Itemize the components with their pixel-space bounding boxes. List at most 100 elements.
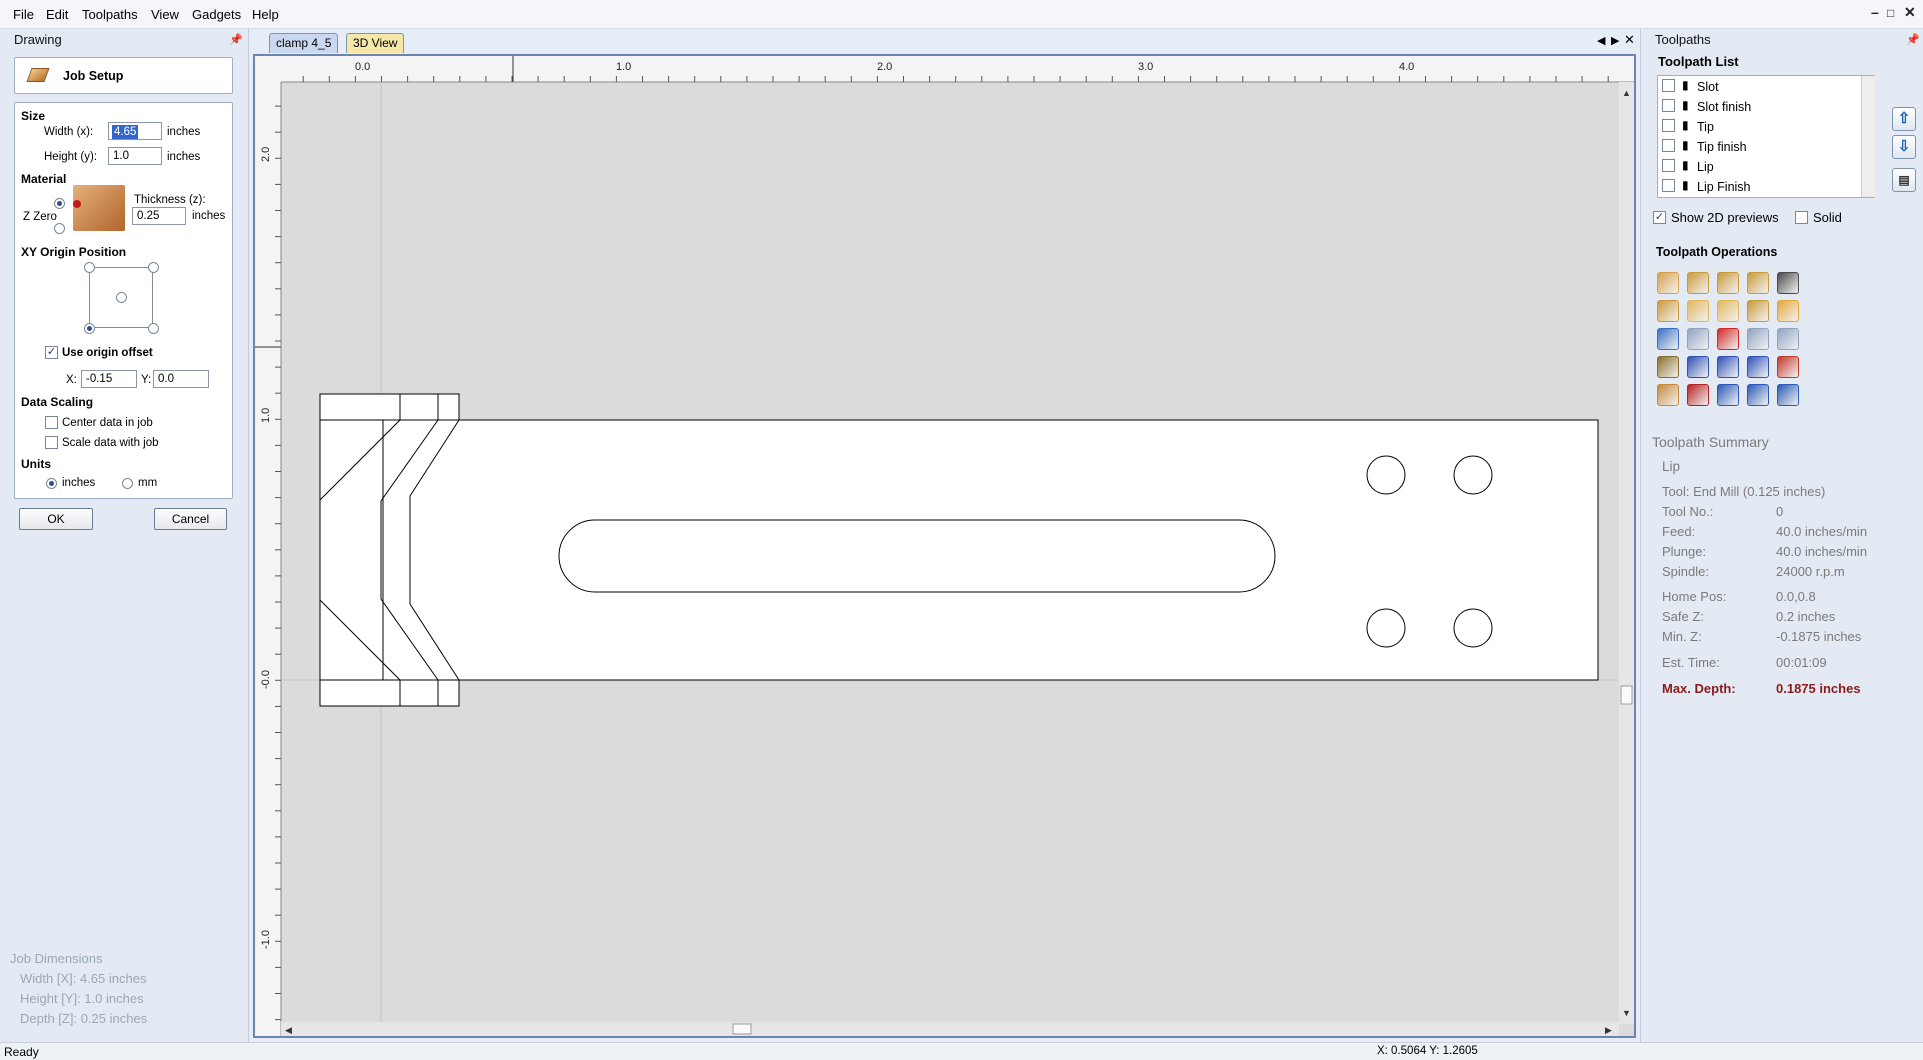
- restore-icon[interactable]: □: [1887, 6, 1894, 20]
- hole-circle[interactable]: [1453, 455, 1493, 495]
- menu-gadgets[interactable]: Gadgets: [192, 7, 241, 22]
- horizontal-scroll-thumb[interactable]: [732, 1023, 752, 1035]
- solid-checkbox[interactable]: [1795, 211, 1808, 224]
- toolpath-operation-icon[interactable]: [1687, 356, 1709, 378]
- summary-key: Safe Z:: [1662, 609, 1704, 624]
- drawing-canvas[interactable]: 0.0 1.0 2.0 3.0 4.0 2.0 1.0 -0.0 -1.0 ▲ …: [255, 56, 1634, 1036]
- units-mm-radio[interactable]: [122, 478, 133, 489]
- tab-block-bottom-right[interactable]: [437, 679, 460, 707]
- offset-x-input[interactable]: [81, 370, 137, 388]
- offset-x-label: X:: [66, 374, 77, 386]
- toolpath-operation-icon[interactable]: [1687, 300, 1709, 322]
- toolpath-sheet-icon[interactable]: ▤: [1892, 168, 1916, 192]
- tab-3d-view[interactable]: 3D View: [346, 33, 405, 53]
- toolpath-operation-icon[interactable]: [1747, 300, 1769, 322]
- thickness-input[interactable]: [132, 207, 186, 225]
- tab-block-top-mid[interactable]: [399, 393, 439, 421]
- toolpath-operation-icon[interactable]: [1777, 328, 1799, 350]
- origin-center-radio[interactable]: [116, 292, 127, 303]
- minimize-icon[interactable]: –: [1871, 4, 1879, 20]
- toolpath-checkbox[interactable]: [1662, 159, 1675, 172]
- scroll-down-icon[interactable]: ▼: [1622, 1008, 1631, 1018]
- toolpath-operation-icon[interactable]: [1657, 356, 1679, 378]
- center-data-checkbox[interactable]: [45, 416, 58, 429]
- ok-button[interactable]: OK: [19, 508, 93, 530]
- toolpath-operation-icon[interactable]: [1747, 356, 1769, 378]
- menu-toolpaths[interactable]: Toolpaths: [82, 7, 138, 22]
- menu-edit[interactable]: Edit: [46, 7, 68, 22]
- toolpath-operation-icon[interactable]: [1687, 328, 1709, 350]
- tab-block-bottom-left[interactable]: [319, 679, 401, 707]
- toolpath-checkbox[interactable]: [1662, 79, 1675, 92]
- ruler-x-label: 0.0: [355, 61, 370, 73]
- toolpath-checkbox[interactable]: [1662, 179, 1675, 192]
- toolpath-operation-icon[interactable]: [1687, 272, 1709, 294]
- toolpath-operation-icon[interactable]: [1657, 384, 1679, 406]
- tab-scroll-right-icon[interactable]: ▶: [1611, 34, 1619, 47]
- toolpath-operation-icon[interactable]: [1777, 300, 1799, 322]
- thickness-unit: inches: [192, 210, 226, 222]
- use-origin-offset-checkbox[interactable]: ✓: [45, 346, 58, 359]
- pin-icon[interactable]: 📌: [1906, 33, 1920, 46]
- origin-top-right-radio[interactable]: [148, 262, 159, 273]
- origin-bottom-right-radio[interactable]: [148, 323, 159, 334]
- move-up-icon[interactable]: ⇧: [1892, 107, 1916, 131]
- toolpath-operation-icon[interactable]: [1747, 384, 1769, 406]
- toolpath-list[interactable]: ▮ Slot ▮ Slot finish ▮ Tip ▮ Tip finish ▮ Lip…: [1657, 75, 1875, 198]
- menu-view[interactable]: View: [151, 7, 179, 22]
- scroll-left-icon[interactable]: ◀: [285, 1025, 292, 1035]
- tab-scroll-left-icon[interactable]: ◀: [1597, 34, 1605, 47]
- vertical-scrollbar[interactable]: [1619, 82, 1634, 1024]
- origin-top-left-radio[interactable]: [84, 262, 95, 273]
- toolpath-operation-icon[interactable]: [1657, 328, 1679, 350]
- toolpath-checkbox[interactable]: [1662, 119, 1675, 132]
- cancel-button[interactable]: Cancel: [154, 508, 227, 530]
- toolpath-operation-icon[interactable]: [1777, 384, 1799, 406]
- toolpath-operation-icon[interactable]: [1717, 300, 1739, 322]
- toolpath-operation-icon[interactable]: [1747, 272, 1769, 294]
- toolpath-operation-icon[interactable]: [1747, 328, 1769, 350]
- tab-clamp[interactable]: clamp 4_5: [269, 33, 339, 53]
- slot-outline[interactable]: [558, 519, 1276, 593]
- scale-data-checkbox[interactable]: [45, 436, 58, 449]
- zzero-bottom-radio[interactable]: [54, 223, 65, 234]
- summary-key: Plunge:: [1662, 544, 1707, 559]
- offset-y-input[interactable]: [153, 370, 209, 388]
- toolpath-checkbox[interactable]: [1662, 139, 1675, 152]
- toolpath-operation-icon[interactable]: [1717, 356, 1739, 378]
- tab-close-icon[interactable]: ✕: [1624, 32, 1635, 48]
- hole-circle[interactable]: [1366, 608, 1406, 648]
- tab-block-bottom-mid[interactable]: [399, 679, 439, 707]
- scroll-up-icon[interactable]: ▲: [1622, 88, 1631, 98]
- scroll-right-icon[interactable]: ▶: [1605, 1025, 1612, 1035]
- list-scrollbar[interactable]: [1861, 76, 1875, 197]
- units-inches-radio[interactable]: [46, 478, 57, 489]
- vertical-scroll-thumb[interactable]: [1620, 685, 1633, 705]
- toolpath-operation-icon[interactable]: [1717, 328, 1739, 350]
- toolpath-operation-icon[interactable]: [1777, 272, 1799, 294]
- horizontal-scrollbar[interactable]: [281, 1022, 1619, 1036]
- tab-block-top-left[interactable]: [319, 393, 401, 421]
- hole-circle[interactable]: [1366, 455, 1406, 495]
- toolpath-operation-icon[interactable]: [1717, 384, 1739, 406]
- toolpath-operation-icon[interactable]: [1777, 356, 1799, 378]
- toolpath-operation-icon[interactable]: [1657, 300, 1679, 322]
- toolpath-operation-icon[interactable]: [1717, 272, 1739, 294]
- 2d-view[interactable]: 0.0 1.0 2.0 3.0 4.0 2.0 1.0 -0.0 -1.0 ▲ …: [253, 54, 1636, 1038]
- toolpath-checkbox[interactable]: [1662, 99, 1675, 112]
- toolpath-operation-icon[interactable]: [1657, 272, 1679, 294]
- close-icon[interactable]: ✕: [1904, 4, 1916, 21]
- show-previews-checkbox[interactable]: ✓: [1653, 211, 1666, 224]
- move-down-icon[interactable]: ⇩: [1892, 135, 1916, 159]
- toolpath-operation-icon[interactable]: [1687, 384, 1709, 406]
- job-dimensions-title: Job Dimensions: [10, 951, 103, 966]
- hole-circle[interactable]: [1453, 608, 1493, 648]
- tab-block-top-right[interactable]: [437, 393, 460, 421]
- origin-bottom-left-radio[interactable]: [84, 323, 95, 334]
- tip-region[interactable]: [319, 419, 384, 681]
- height-input[interactable]: [108, 147, 162, 165]
- menu-file[interactable]: File: [13, 7, 34, 22]
- pin-icon[interactable]: 📌: [229, 33, 243, 46]
- zzero-top-radio[interactable]: [54, 198, 65, 209]
- menu-help[interactable]: Help: [252, 7, 279, 22]
